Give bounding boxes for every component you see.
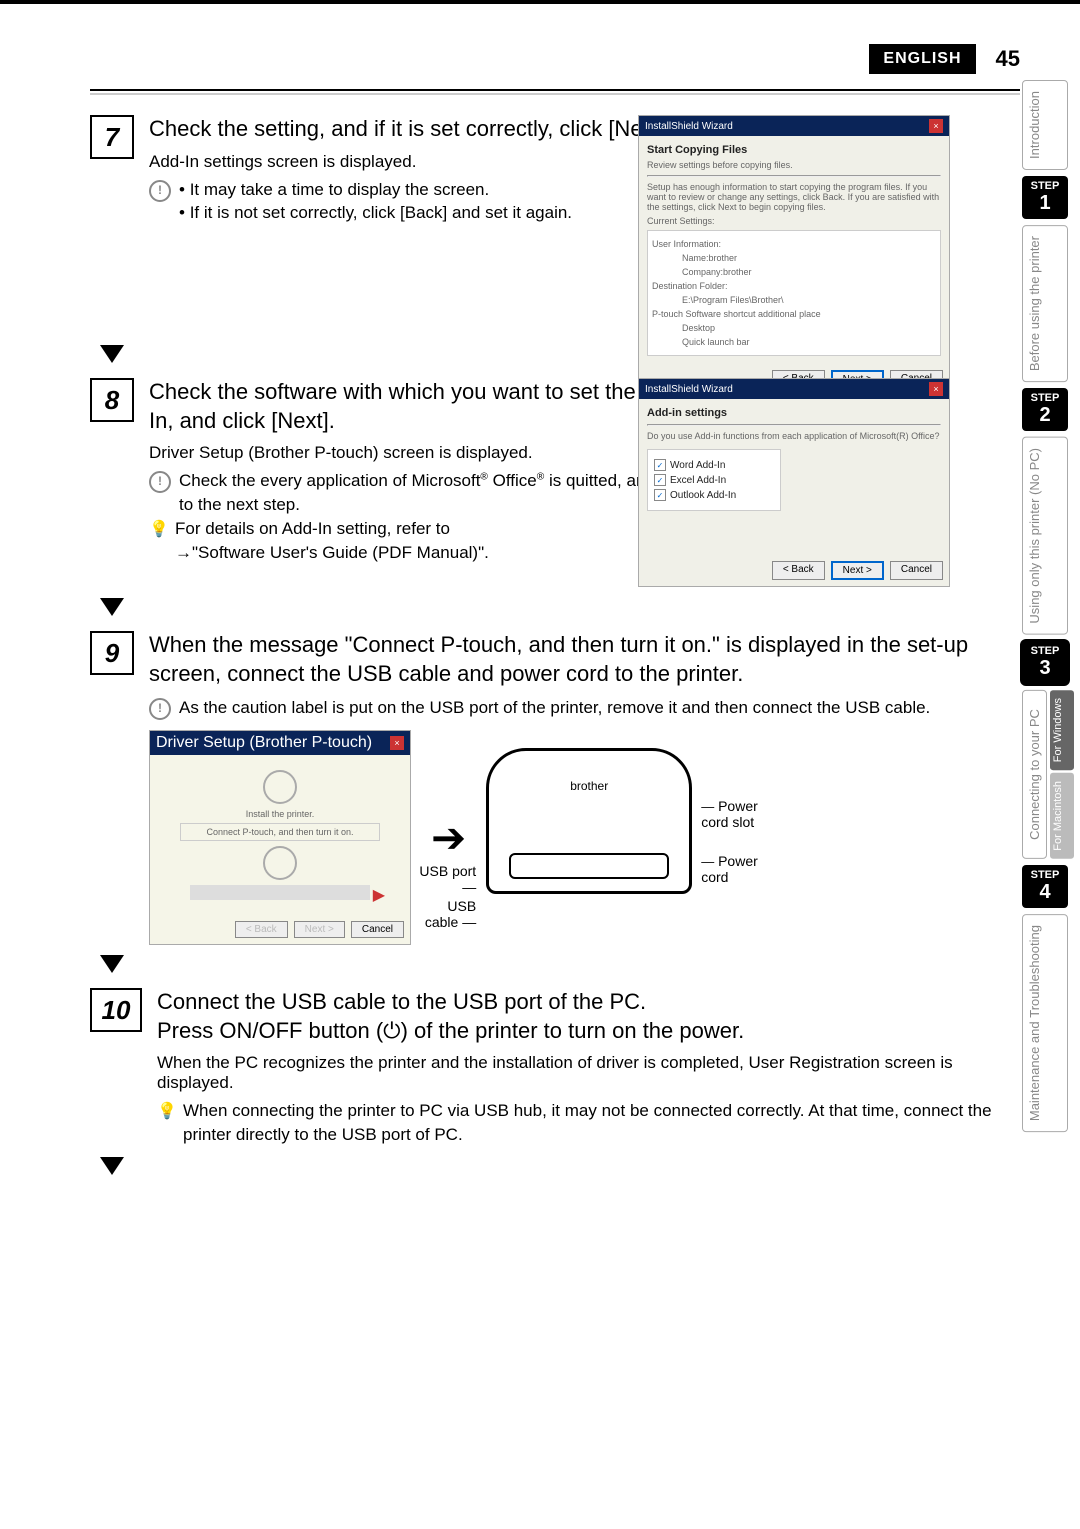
tab-using-only[interactable]: Using only this printer (No PC)	[1022, 437, 1068, 635]
step-number: 7	[90, 115, 134, 159]
label-power-slot: — Power cord slot	[701, 798, 766, 830]
info-icon: !	[149, 698, 171, 720]
bullet-text: As the caution label is put on the USB p…	[179, 696, 930, 720]
close-icon[interactable]: ×	[390, 736, 404, 750]
lightbulb-icon: 💡	[149, 519, 167, 541]
step-title: Connect the USB cable to the USB port of…	[157, 988, 1020, 1045]
label-power-cord: — Power cord	[701, 853, 766, 885]
step-badge-4[interactable]: STEP4	[1022, 865, 1068, 908]
bullet-text: For details on Add-In setting, refer to	[175, 517, 489, 541]
header-divider	[90, 89, 1020, 95]
tab-introduction[interactable]: Introduction	[1022, 80, 1068, 170]
step-number: 8	[90, 378, 134, 422]
next-button: Next >	[294, 921, 345, 938]
dialog-message: Connect P-touch, and then turn it on.	[180, 823, 380, 841]
back-button[interactable]: < Back	[772, 561, 825, 580]
label: User Information:	[652, 239, 936, 249]
dialog-question: Do you use Add-in functions from each ap…	[647, 431, 941, 441]
dialog-title: InstallShield Wizard	[645, 121, 733, 132]
arrow-down-icon	[100, 345, 124, 363]
bullet-text: When connecting the printer to PC via US…	[183, 1099, 1020, 1147]
cancel-button[interactable]: Cancel	[890, 561, 943, 580]
step-number: 9	[90, 631, 134, 675]
arrow-down-icon	[100, 1157, 124, 1175]
tab-connecting-pc[interactable]: Connecting to your PC	[1022, 690, 1047, 859]
checkbox-word[interactable]: ✓Word Add-In	[654, 459, 774, 471]
step-badge-3[interactable]: STEP3	[1022, 641, 1068, 684]
info-icon: !	[149, 180, 171, 202]
arrow-right-icon: ➔	[431, 813, 466, 862]
label: Current Settings:	[647, 216, 941, 226]
dialog-heading: Start Copying Files	[647, 144, 941, 156]
bullet-text: • If it is not set correctly, click [Bac…	[179, 201, 572, 225]
label-usb-cable: USB cable —	[416, 898, 476, 930]
checkbox-outlook[interactable]: ✓Outlook Add-In	[654, 489, 774, 501]
page-number: 45	[996, 46, 1020, 72]
step-badge-2[interactable]: STEP2	[1022, 388, 1068, 431]
close-icon[interactable]: ×	[929, 119, 943, 133]
step-desc: When the PC recognizes the printer and t…	[157, 1053, 1020, 1093]
tab-maintenance[interactable]: Maintenance and Troubleshooting	[1022, 914, 1068, 1132]
dialog-heading: Add-in settings	[647, 407, 941, 419]
value: Company:brother	[652, 267, 936, 277]
label-usb-port: USB port —	[416, 863, 476, 895]
tab-before-using[interactable]: Before using the printer	[1022, 225, 1068, 382]
step-title: Check the software with which you want t…	[149, 378, 690, 435]
value: Desktop	[652, 323, 936, 333]
step-title: When the message "Connect P-touch, and t…	[149, 631, 1020, 688]
close-icon[interactable]: ×	[929, 382, 943, 396]
bullet-text: • It may take a time to display the scre…	[179, 178, 572, 202]
cancel-button[interactable]: Cancel	[351, 921, 404, 938]
dialog-subtext: Review settings before copying files.	[647, 160, 941, 170]
label: P-touch Software shortcut additional pla…	[652, 309, 936, 319]
checkbox-excel[interactable]: ✓Excel Add-In	[654, 474, 774, 486]
lightbulb-icon: 💡	[157, 1101, 175, 1123]
back-button: < Back	[235, 921, 288, 938]
step-number: 10	[90, 988, 142, 1032]
dialog-title: Driver Setup (Brother P-touch)	[156, 734, 372, 752]
step-title: Check the setting, and if it is set corr…	[149, 115, 690, 144]
subtab-windows[interactable]: For Windows	[1050, 690, 1074, 770]
info-icon: !	[149, 471, 171, 493]
printer-diagram: brother — Power cord slot — Power cord U…	[486, 748, 766, 928]
value: E:\Program Files\Brother\	[652, 295, 936, 305]
wizard-screenshot-7: InstallShield Wizard × Start Copying File…	[638, 115, 950, 396]
dialog-paragraph: Setup has enough information to start co…	[647, 182, 941, 212]
next-button[interactable]: Next >	[831, 561, 884, 580]
step-desc: Add-In settings screen is displayed.	[149, 152, 690, 172]
step-desc: Driver Setup (Brother P-touch) screen is…	[149, 443, 690, 463]
subtab-macintosh[interactable]: For Macintosh	[1050, 773, 1074, 859]
label: Install the printer.	[160, 809, 400, 819]
value: Quick launch bar	[652, 337, 936, 347]
side-nav: Introduction STEP1 Before using the prin…	[1022, 80, 1068, 1132]
wizard-screenshot-8: InstallShield Wizard × Add-in settings Do…	[638, 378, 950, 587]
bullet-text: Check the every application of Microsoft…	[179, 469, 690, 517]
step-badge-1[interactable]: STEP1	[1022, 176, 1068, 219]
arrow-down-icon	[100, 598, 124, 616]
brand-label: brother	[489, 779, 689, 793]
label: Destination Folder:	[652, 281, 936, 291]
arrow-down-icon	[100, 955, 124, 973]
value: Name:brother	[652, 253, 936, 263]
driver-setup-screenshot: Driver Setup (Brother P-touch) × Install …	[149, 730, 411, 945]
bullet-text: →"Software User's Guide (PDF Manual)".	[175, 541, 489, 565]
language-tag: ENGLISH	[869, 44, 975, 74]
dialog-title: InstallShield Wizard	[645, 384, 733, 395]
